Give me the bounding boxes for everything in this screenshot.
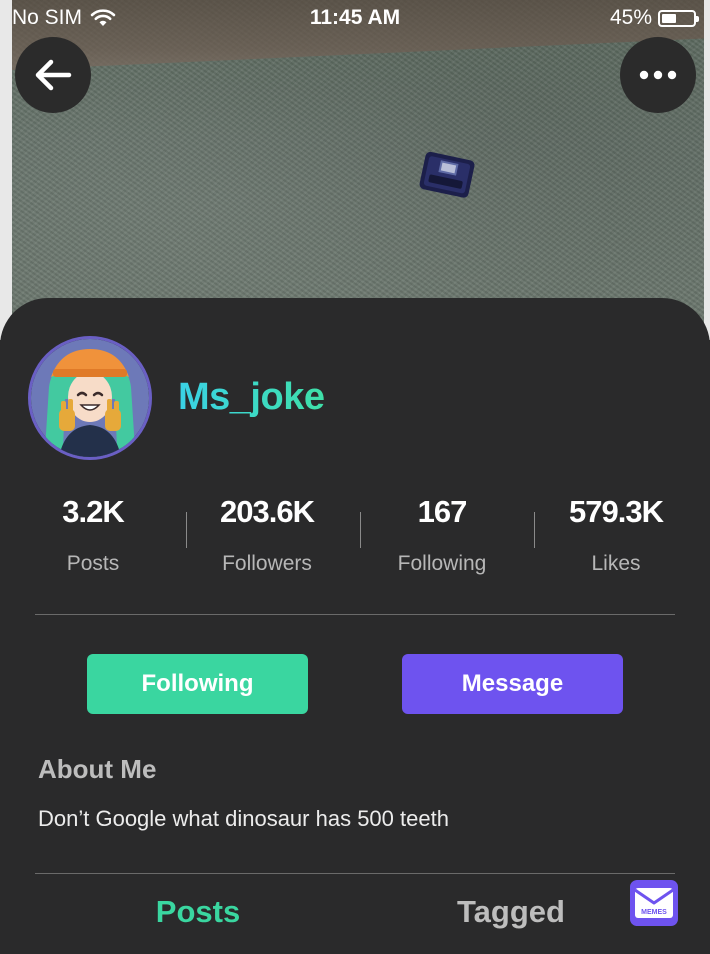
avatar[interactable] (28, 336, 152, 460)
stat-followers-value: 203.6K (220, 494, 315, 529)
back-button[interactable] (15, 37, 91, 113)
cover-photo-frame (0, 0, 710, 340)
battery-icon (658, 9, 699, 27)
stat-following[interactable]: 167 Following (355, 494, 529, 576)
stat-likes[interactable]: 579.3K Likes (529, 494, 703, 576)
tab-tagged[interactable]: Tagged (391, 894, 631, 930)
clock: 11:45 AM (309, 6, 401, 29)
stat-posts-value: 3.2K (62, 494, 124, 529)
status-bar: No SIM 11:45 AM 45% (0, 0, 710, 36)
memes-app-badge[interactable]: MEMES (630, 880, 678, 926)
stat-posts-label: Posts (66, 552, 120, 575)
battery-percent: 45% (609, 6, 652, 29)
memes-badge-label: MEMES (641, 909, 667, 916)
tab-posts[interactable]: Posts (78, 894, 318, 930)
more-dots-icon (639, 70, 677, 80)
handheld-console-image (419, 151, 475, 198)
battery-cap (696, 15, 699, 22)
about-title: About Me (38, 754, 157, 784)
stat-likes-value: 579.3K (569, 494, 664, 529)
status-right: 45% (609, 6, 699, 30)
username: Ms_joke (178, 376, 325, 418)
more-options-button[interactable] (620, 37, 696, 113)
stat-followers[interactable]: 203.6K Followers (180, 494, 354, 576)
back-arrow-icon (35, 59, 72, 91)
profile-stats: 3.2K Posts 203.6K Followers 167 Followin… (6, 494, 704, 584)
profile-screen: No SIM 11:45 AM 45% Ms_joke 3.2K Posts 2… (0, 0, 710, 954)
anime-avatar-image (31, 339, 149, 457)
stat-following-label: Following (397, 552, 487, 575)
profile-card: Ms_joke 3.2K Posts 203.6K Followers 167 … (0, 298, 710, 954)
cover-photo (12, 0, 704, 340)
stat-followers-label: Followers (222, 552, 312, 575)
profile-tabs: Posts Tagged (0, 886, 710, 952)
about-text: Don’t Google what dinosaur has 500 teeth (38, 806, 449, 831)
message-button[interactable]: Message (402, 654, 623, 714)
following-button[interactable]: Following (87, 654, 308, 714)
about-divider-line (35, 873, 675, 874)
stats-divider-line (35, 614, 675, 615)
memes-envelope-icon: MEMES (634, 888, 674, 918)
stat-posts[interactable]: 3.2K Posts (6, 494, 180, 576)
battery-level-fill (662, 13, 676, 23)
stat-following-value: 167 (417, 494, 468, 529)
stat-likes-label: Likes (591, 552, 641, 575)
